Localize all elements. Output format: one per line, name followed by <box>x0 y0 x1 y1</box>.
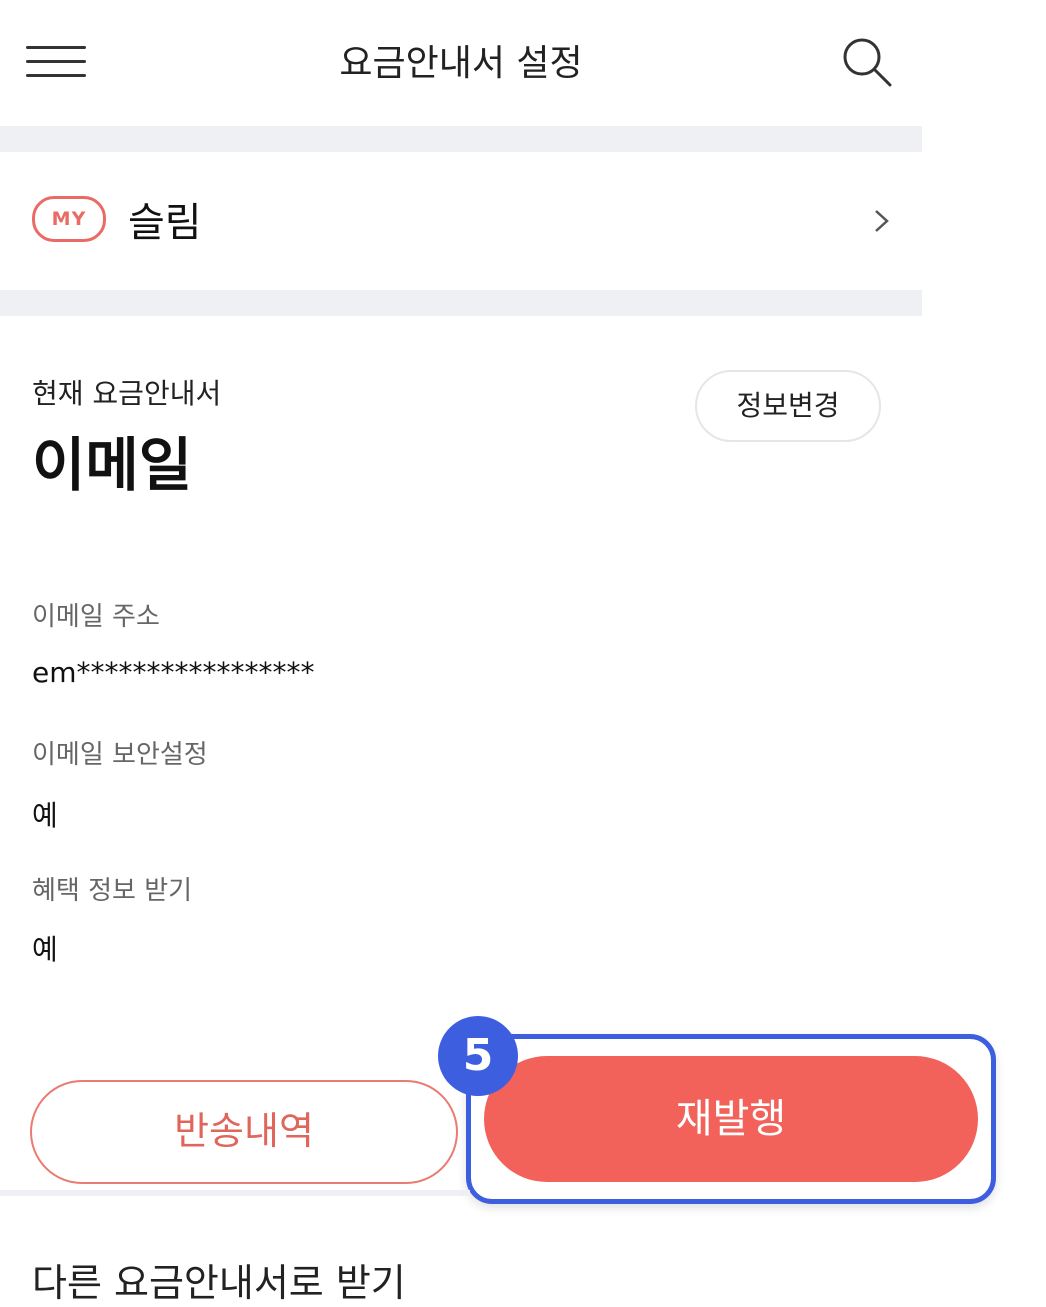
benefit-info-label: 혜택 정보 받기 <box>32 876 193 906</box>
email-address-label: 이메일 주소 <box>32 602 160 632</box>
email-security-label: 이메일 보안설정 <box>32 740 208 770</box>
plan-name: 슬림 <box>128 200 202 246</box>
reissue-button[interactable]: 재발행 <box>484 1056 978 1182</box>
other-bill-section-title: 다른 요금안내서로 받기 <box>32 1261 406 1305</box>
current-bill-type: 이메일 <box>32 431 193 499</box>
current-bill-label: 현재 요금안내서 <box>32 377 222 410</box>
app-header: 요금안내서 설정 <box>0 0 922 124</box>
chevron-right-icon <box>872 204 892 238</box>
my-plan-row[interactable]: MY 슬림 <box>0 152 922 290</box>
search-icon[interactable] <box>838 34 898 90</box>
email-security-value: 예 <box>32 799 58 832</box>
benefit-info-value: 예 <box>32 933 58 966</box>
return-history-button[interactable]: 반송내역 <box>30 1080 458 1184</box>
section-divider <box>0 126 922 152</box>
my-badge: MY <box>32 196 106 242</box>
email-address-value: em***************** <box>32 656 315 689</box>
step-number-badge: 5 <box>438 1016 518 1096</box>
change-info-button[interactable]: 정보변경 <box>695 370 881 442</box>
section-divider <box>0 290 922 316</box>
page-title: 요금안내서 설정 <box>339 43 583 84</box>
section-divider <box>0 1190 470 1196</box>
